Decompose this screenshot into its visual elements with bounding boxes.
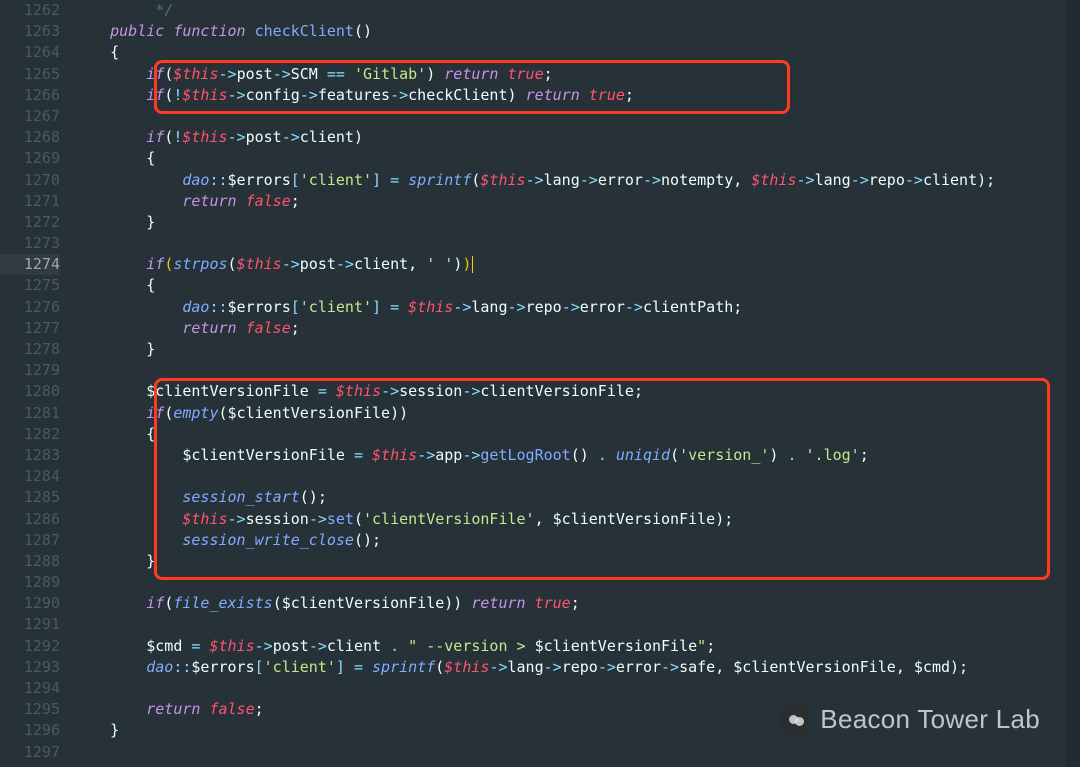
line-number: 1291 xyxy=(0,614,60,635)
line-number: 1290 xyxy=(0,593,60,614)
code-line[interactable] xyxy=(74,466,995,487)
line-number: 1273 xyxy=(0,233,60,254)
code-line[interactable]: } xyxy=(74,339,995,360)
scrollbar-track[interactable] xyxy=(1065,0,1080,767)
code-line[interactable]: if($this->post->SCM == 'Gitlab') return … xyxy=(74,64,995,85)
code-line[interactable]: $clientVersionFile = $this->session->cli… xyxy=(74,381,995,402)
line-number: 1279 xyxy=(0,360,60,381)
line-number: 1296 xyxy=(0,720,60,741)
code-line[interactable] xyxy=(74,614,995,635)
code-line[interactable]: dao::$errors['client'] = sprintf($this->… xyxy=(74,170,995,191)
line-number: 1282 xyxy=(0,424,60,445)
code-line[interactable] xyxy=(74,572,995,593)
line-number: 1292 xyxy=(0,636,60,657)
code-line[interactable] xyxy=(74,106,995,127)
code-line[interactable] xyxy=(74,233,995,254)
wechat-icon xyxy=(780,705,810,735)
code-line[interactable]: public function checkClient() xyxy=(74,21,995,42)
code-line[interactable]: return false; xyxy=(74,318,995,339)
code-line[interactable]: { xyxy=(74,148,995,169)
line-number: 1283 xyxy=(0,445,60,466)
code-line[interactable]: */ xyxy=(74,0,995,21)
line-number: 1295 xyxy=(0,699,60,720)
line-number: 1281 xyxy=(0,403,60,424)
line-number: 1263 xyxy=(0,21,60,42)
code-line[interactable]: session_write_close(); xyxy=(74,530,995,551)
code-line[interactable]: { xyxy=(74,424,995,445)
line-number: 1285 xyxy=(0,487,60,508)
code-line[interactable]: if(strpos($this->post->client, ' ')) xyxy=(74,254,995,275)
line-number: 1277 xyxy=(0,318,60,339)
code-line[interactable]: } xyxy=(74,212,995,233)
line-number: 1270 xyxy=(0,170,60,191)
code-line[interactable]: { xyxy=(74,42,995,63)
code-line[interactable] xyxy=(74,360,995,381)
line-number: 1272 xyxy=(0,212,60,233)
line-number: 1267 xyxy=(0,106,60,127)
line-number: 1269 xyxy=(0,148,60,169)
line-number: 1275 xyxy=(0,275,60,296)
code-line[interactable]: $this->session->set('clientVersionFile',… xyxy=(74,509,995,530)
line-number: 1297 xyxy=(0,742,60,763)
watermark-label: Beacon Tower Lab xyxy=(820,709,1040,730)
code-line[interactable]: if(!$this->post->client) xyxy=(74,127,995,148)
code-line[interactable]: $clientVersionFile = $this->app->getLogR… xyxy=(74,445,995,466)
code-line[interactable]: dao::$errors['client'] = sprintf($this->… xyxy=(74,657,995,678)
line-number: 1298 xyxy=(0,763,60,767)
line-number: 1266 xyxy=(0,85,60,106)
code-line[interactable] xyxy=(74,763,995,767)
line-number: 1276 xyxy=(0,297,60,318)
line-number: 1278 xyxy=(0,339,60,360)
code-line[interactable]: dao::$errors['client'] = $this->lang->re… xyxy=(74,297,995,318)
line-number: 1289 xyxy=(0,572,60,593)
line-number: 1286 xyxy=(0,509,60,530)
code-line[interactable]: if(empty($clientVersionFile)) xyxy=(74,403,995,424)
code-line[interactable]: if(file_exists($clientVersionFile)) retu… xyxy=(74,593,995,614)
code-line[interactable]: session_start(); xyxy=(74,487,995,508)
line-number: 1262 xyxy=(0,0,60,21)
watermark: Beacon Tower Lab xyxy=(780,705,1040,735)
text-cursor xyxy=(472,256,473,273)
line-number: 1294 xyxy=(0,678,60,699)
line-number: 1288 xyxy=(0,551,60,572)
code-area[interactable]: */ public function checkClient() { if($t… xyxy=(74,0,1005,767)
line-number-gutter: 1262126312641265126612671268126912701271… xyxy=(0,0,74,767)
code-line[interactable] xyxy=(74,742,995,763)
line-number: 1264 xyxy=(0,42,60,63)
line-number: 1284 xyxy=(0,466,60,487)
line-number: 1265 xyxy=(0,64,60,85)
line-number: 1268 xyxy=(0,127,60,148)
code-line[interactable]: } xyxy=(74,551,995,572)
code-line[interactable] xyxy=(74,678,995,699)
code-line[interactable]: return false; xyxy=(74,191,995,212)
code-line[interactable]: if(!$this->config->features->checkClient… xyxy=(74,85,995,106)
code-editor[interactable]: 1262126312641265126612671268126912701271… xyxy=(0,0,1080,767)
line-number: 1293 xyxy=(0,657,60,678)
code-line[interactable]: { xyxy=(74,275,995,296)
code-line[interactable]: $cmd = $this->post->client . " --version… xyxy=(74,636,995,657)
line-number: 1280 xyxy=(0,381,60,402)
line-number: 1271 xyxy=(0,191,60,212)
line-number: 1287 xyxy=(0,530,60,551)
line-number: 1274 xyxy=(0,254,60,275)
